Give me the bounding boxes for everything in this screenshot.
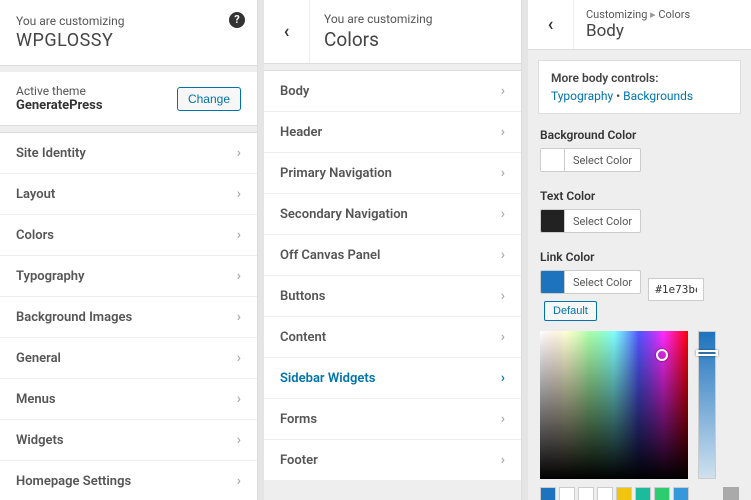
section-layout[interactable]: Layout› — [0, 174, 257, 215]
customizer-sections: Site Identity› Layout› Colors› Typograph… — [0, 132, 257, 500]
palette-swatch[interactable] — [635, 487, 651, 500]
select-color-button[interactable]: Select Color — [540, 270, 641, 294]
help-icon[interactable]: ? — [229, 12, 245, 28]
active-theme-name: GeneratePress — [16, 98, 103, 113]
change-theme-button[interactable]: Change — [177, 87, 241, 111]
chevron-right-icon: › — [501, 411, 505, 427]
chevron-right-icon: › — [501, 452, 505, 468]
back-button[interactable]: ‹ — [528, 0, 574, 49]
chevron-right-icon: › — [501, 370, 505, 386]
panel3-header: ‹ Customizing ▸ Colors Body — [528, 0, 751, 50]
back-button[interactable]: ‹ — [264, 0, 310, 63]
palette-swatch[interactable] — [540, 487, 556, 500]
select-color-button[interactable]: Select Color — [540, 148, 641, 172]
colors-header[interactable]: Header› — [264, 112, 521, 153]
active-theme-row: Active theme GeneratePress Change — [0, 72, 257, 126]
palette-swatch[interactable] — [559, 487, 575, 500]
palette-grey — [723, 487, 739, 500]
site-title: WPGLOSSY — [16, 30, 241, 51]
customizer-colors-panel: ‹ You are customizing Colors Body› Heade… — [264, 0, 522, 500]
hex-input[interactable] — [648, 278, 704, 301]
default-button[interactable]: Default — [544, 301, 597, 321]
section-background-images[interactable]: Background Images› — [0, 297, 257, 338]
palette-swatch[interactable] — [597, 487, 613, 500]
colors-buttons[interactable]: Buttons› — [264, 276, 521, 317]
chevron-right-icon: › — [501, 124, 505, 140]
link-backgrounds[interactable]: Backgrounds — [623, 89, 693, 103]
active-theme-label: Active theme — [16, 84, 103, 98]
hue-slider[interactable] — [698, 331, 716, 479]
customizer-body-colors-panel: ‹ Customizing ▸ Colors Body More body co… — [528, 0, 751, 500]
panel1-header: You are customizing WPGLOSSY ? — [0, 0, 257, 66]
section-homepage-settings[interactable]: Homepage Settings› — [0, 461, 257, 500]
color-swatch — [541, 271, 565, 293]
chevron-right-icon: › — [237, 186, 241, 202]
hue-handle[interactable] — [696, 350, 718, 356]
chevron-right-icon: › — [237, 145, 241, 161]
control-label: Text Color — [540, 189, 739, 203]
chevron-right-icon: › — [501, 288, 505, 304]
chevron-right-icon: › — [501, 247, 505, 263]
palette-row — [540, 487, 739, 500]
colors-body[interactable]: Body› — [264, 71, 521, 112]
customizing-label: You are customizing — [324, 12, 433, 26]
colors-sections: Body› Header› Primary Navigation› Second… — [264, 70, 521, 481]
section-site-identity[interactable]: Site Identity› — [0, 133, 257, 174]
chevron-right-icon: › — [237, 268, 241, 284]
palette-swatch[interactable] — [673, 487, 689, 500]
palette-swatch[interactable] — [616, 487, 632, 500]
panel3-title: Body — [586, 21, 690, 41]
palette-swatch[interactable] — [654, 487, 670, 500]
panel2-title: Colors — [324, 28, 433, 51]
more-controls-box: More body controls: Typography • Backgro… — [538, 60, 741, 114]
background-color-control: Background Color Select Color — [528, 124, 751, 185]
section-menus[interactable]: Menus› — [0, 379, 257, 420]
color-gradient-area[interactable] — [540, 331, 688, 479]
chevron-right-icon: › — [237, 309, 241, 325]
chevron-right-icon: › — [501, 165, 505, 181]
select-color-button[interactable]: Select Color — [540, 209, 641, 233]
chevron-right-icon: › — [237, 432, 241, 448]
control-label: Background Color — [540, 128, 739, 142]
panel2-header: ‹ You are customizing Colors — [264, 0, 521, 64]
link-typography[interactable]: Typography — [551, 89, 613, 103]
section-general[interactable]: General› — [0, 338, 257, 379]
section-typography[interactable]: Typography› — [0, 256, 257, 297]
colors-secondary-nav[interactable]: Secondary Navigation› — [264, 194, 521, 235]
color-picker — [540, 331, 739, 479]
palette-swatch[interactable] — [578, 487, 594, 500]
chevron-right-icon: › — [237, 227, 241, 243]
chevron-right-icon: › — [501, 83, 505, 99]
colors-footer[interactable]: Footer› — [264, 440, 521, 481]
chevron-right-icon: › — [501, 206, 505, 222]
customizer-main-panel: You are customizing WPGLOSSY ? Active th… — [0, 0, 258, 500]
customizing-label: You are customizing — [16, 14, 241, 28]
chevron-right-icon: › — [501, 329, 505, 345]
colors-off-canvas[interactable]: Off Canvas Panel› — [264, 235, 521, 276]
colors-primary-nav[interactable]: Primary Navigation› — [264, 153, 521, 194]
picker-handle[interactable] — [656, 349, 668, 361]
colors-content[interactable]: Content› — [264, 317, 521, 358]
color-swatch — [541, 149, 565, 171]
control-label: Link Color — [540, 250, 739, 264]
colors-sidebar-widgets[interactable]: Sidebar Widgets› — [264, 358, 521, 399]
chevron-right-icon: › — [237, 391, 241, 407]
text-color-control: Text Color Select Color — [528, 185, 751, 246]
colors-forms[interactable]: Forms› — [264, 399, 521, 440]
chevron-right-icon: › — [237, 350, 241, 366]
color-swatch — [541, 210, 565, 232]
section-colors[interactable]: Colors› — [0, 215, 257, 256]
chevron-right-icon: › — [237, 473, 241, 489]
breadcrumb: Customizing ▸ Colors — [586, 8, 690, 21]
more-controls-heading: More body controls: — [551, 71, 728, 85]
section-widgets[interactable]: Widgets› — [0, 420, 257, 461]
link-color-control: Link Color Select Color Default — [528, 246, 751, 331]
